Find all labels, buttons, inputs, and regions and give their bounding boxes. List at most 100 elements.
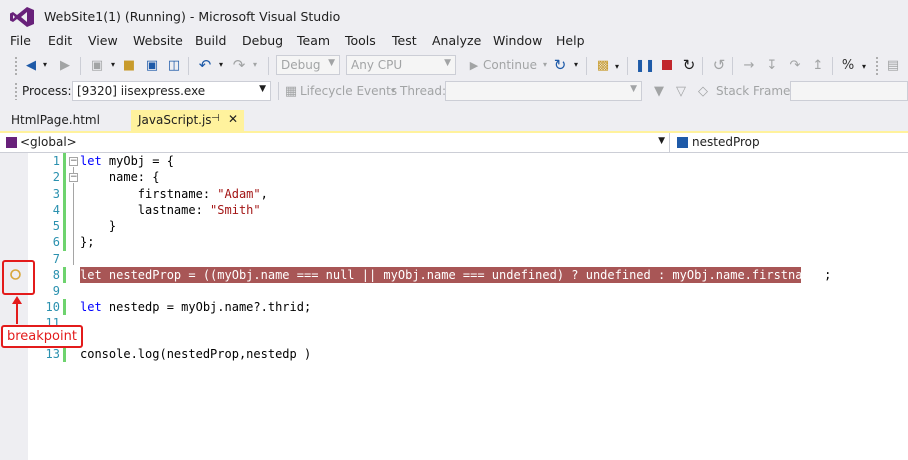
menu-team[interactable]: Team (297, 33, 330, 48)
menu-debug[interactable]: Debug (242, 33, 283, 48)
exception-settings-dropdown-icon[interactable]: ▾ (855, 58, 873, 76)
breakpoint-annotation-label: breakpoint (1, 325, 83, 348)
toolbar-grip[interactable] (14, 82, 18, 100)
solution-configuration-select[interactable]: Debug ▼ (276, 55, 340, 75)
code-line[interactable]: let nestedp = myObj.name?.thrid; (80, 299, 311, 315)
member-select[interactable]: nestedProp (692, 133, 908, 152)
solution-platform-select[interactable]: Any CPU ▼ (346, 55, 456, 75)
menu-tools[interactable]: Tools (345, 33, 376, 48)
line-number: 13 (45, 347, 60, 361)
code-token: myObj = { (101, 154, 174, 168)
code-editor[interactable]: − − 1 let myObj = {2 name: {3 firstname: … (0, 153, 908, 460)
window-title: WebSite1(1) (Running) - Microsoft Visual… (44, 9, 341, 24)
menu-window[interactable]: Window (493, 33, 542, 48)
lifecycle-events-button[interactable]: Lifecycle Events (300, 84, 397, 98)
tab-label: HtmlPage.html (11, 113, 100, 127)
code-line[interactable]: }; (80, 234, 94, 250)
browser-link-dropdown-icon[interactable]: ▾ (608, 58, 626, 76)
show-threads-in-source-icon[interactable]: ◇ (694, 82, 712, 100)
code-token: let nestedProp = ((myObj.name === null |… (80, 268, 825, 282)
menu-analyze[interactable]: Analyze (432, 33, 481, 48)
pin-icon[interactable]: ⊣ (211, 113, 220, 124)
stack-frame-select[interactable] (790, 81, 908, 101)
code-line[interactable]: name: { (80, 169, 160, 185)
menu-test[interactable]: Test (392, 33, 417, 48)
save-icon[interactable]: ▣ (143, 56, 161, 74)
process-label: Process: (22, 84, 72, 98)
toggle-thread-flag-icon[interactable]: ▼ (650, 82, 668, 100)
change-tracking-bar (63, 299, 66, 315)
line-number: 10 (45, 300, 60, 314)
code-line[interactable]: console.log(nestedProp,nestedp ) (80, 346, 311, 362)
collapse-icon[interactable]: − (69, 173, 78, 182)
scope-value: <global> (20, 135, 77, 149)
code-token: let (80, 154, 102, 168)
tab-javascript[interactable]: JavaScript.js ⊣ ✕ (131, 110, 244, 132)
toolbar-separator (586, 57, 587, 75)
breakpoint-annotation-box (2, 260, 35, 295)
menu-view[interactable]: View (88, 33, 118, 48)
code-line[interactable]: } (80, 218, 116, 234)
code-line[interactable]: firstname: "Adam", (80, 186, 268, 202)
tab-htmlpage[interactable]: HtmlPage.html (4, 110, 107, 132)
step-out-icon[interactable]: ↷ (786, 56, 804, 74)
save-all-icon[interactable]: ◫ (165, 56, 183, 74)
step-into-icon[interactable]: → (740, 56, 758, 74)
toolbar-grip[interactable] (875, 56, 879, 75)
code-token: let (80, 300, 102, 314)
toolbar-separator (702, 57, 703, 75)
tab-label: JavaScript.js (138, 113, 212, 127)
line-number: 8 (52, 268, 60, 282)
toolbar-separator (627, 57, 628, 75)
menu-bar: File Edit View Website Build Debug Team … (0, 32, 908, 52)
code-token: name: { (80, 170, 160, 184)
restart-icon[interactable]: ↻ (680, 56, 698, 74)
menu-help[interactable]: Help (556, 33, 585, 48)
stack-frame-label: Stack Frame: (716, 84, 795, 98)
show-next-statement-icon[interactable]: ↺ (710, 56, 728, 74)
chevron-down-icon: ▼ (658, 136, 665, 146)
back-dropdown-icon[interactable]: ▾ (36, 56, 54, 74)
show-flagged-threads-icon[interactable]: ▽ (672, 82, 690, 100)
toolbar-grip[interactable] (14, 56, 18, 75)
code-token: firstname: (80, 187, 218, 201)
scope-select[interactable]: <global> ▼ (20, 133, 670, 152)
step-back-icon[interactable]: ↥ (809, 56, 827, 74)
forward-icon[interactable]: ▶ (56, 56, 74, 74)
continue-button[interactable]: Continue (483, 58, 537, 72)
stop-icon[interactable] (658, 56, 676, 74)
code-line[interactable]: let myObj = { (80, 153, 174, 169)
scope-icon (6, 137, 17, 148)
menu-edit[interactable]: Edit (48, 33, 72, 48)
toolbar-separator (832, 57, 833, 75)
thread-select[interactable]: ▼ (445, 81, 642, 101)
menu-website[interactable]: Website (133, 33, 183, 48)
chevron-down-icon: ▼ (444, 58, 451, 68)
continue-play-icon[interactable]: ▶ (465, 56, 483, 74)
code-line[interactable]: let nestedProp = ((myObj.name === null |… (80, 267, 831, 283)
menu-build[interactable]: Build (195, 33, 226, 48)
document-tab-strip: HtmlPage.html JavaScript.js ⊣ ✕ (0, 110, 908, 132)
chevron-down-icon: ▼ (630, 84, 637, 94)
line-number: 4 (52, 203, 60, 217)
code-token: lastname: (80, 203, 211, 217)
step-over-icon[interactable]: ↧ (763, 56, 781, 74)
chevron-down-icon: ▼ (328, 58, 335, 68)
process-select[interactable]: [9320] iisexpress.exe ▼ (72, 81, 271, 101)
member-icon (677, 137, 688, 148)
collapse-icon[interactable]: − (69, 157, 78, 166)
menu-file[interactable]: File (10, 33, 31, 48)
toolbar-separator (732, 57, 733, 75)
pause-icon[interactable]: ❚❚ (635, 56, 655, 74)
change-tracking-bar (63, 267, 66, 283)
redo-dropdown-icon[interactable]: ▾ (246, 56, 264, 74)
close-icon[interactable]: ✕ (228, 112, 238, 126)
browse-icon[interactable]: ▤ (884, 56, 902, 74)
open-folder-icon[interactable]: ■ (120, 56, 138, 74)
code-token: ; (824, 268, 832, 282)
refresh-dropdown-icon[interactable]: ▾ (567, 56, 585, 74)
undo-dropdown-icon[interactable]: ▾ (212, 56, 230, 74)
code-line[interactable]: lastname: "Smith" (80, 202, 261, 218)
fold-guide (73, 183, 74, 265)
lifecycle-events-icon[interactable]: ▦ (282, 82, 300, 100)
